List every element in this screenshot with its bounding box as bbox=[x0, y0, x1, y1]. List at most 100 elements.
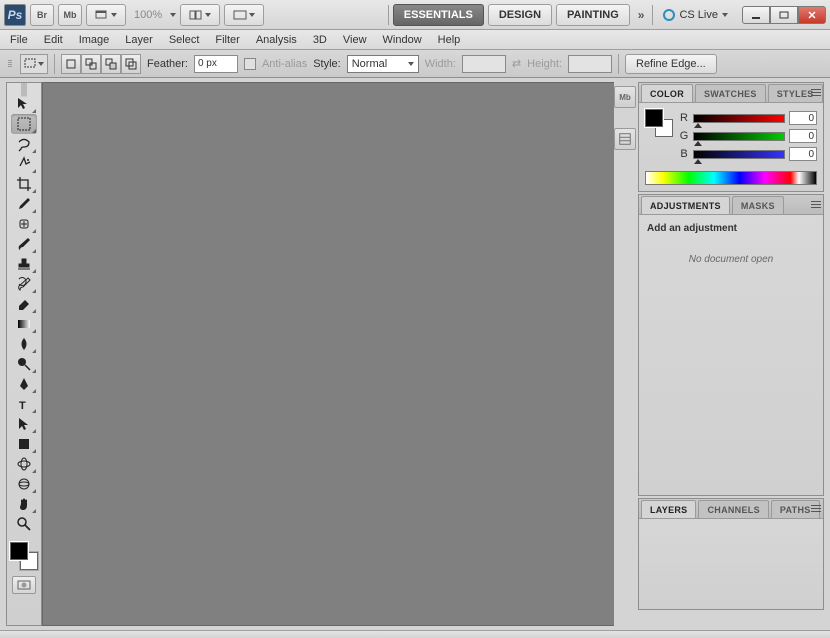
chevron-down-icon bbox=[205, 13, 211, 17]
quick-mask-button[interactable] bbox=[12, 576, 36, 594]
menu-edit[interactable]: Edit bbox=[36, 32, 71, 48]
menu-help[interactable]: Help bbox=[430, 32, 469, 48]
selection-add[interactable] bbox=[81, 54, 101, 74]
menu-image[interactable]: Image bbox=[71, 32, 118, 48]
color-swatches bbox=[645, 109, 673, 137]
tab-adjustments[interactable]: ADJUSTMENTS bbox=[641, 196, 730, 214]
separator bbox=[388, 5, 389, 25]
menu-select[interactable]: Select bbox=[161, 32, 208, 48]
tool-blur[interactable] bbox=[11, 334, 37, 354]
tab-color[interactable]: COLOR bbox=[641, 84, 693, 102]
workspace-painting[interactable]: PAINTING bbox=[556, 4, 630, 26]
tool-crop[interactable] bbox=[11, 174, 37, 194]
selection-new[interactable] bbox=[61, 54, 81, 74]
panel-menu-button[interactable] bbox=[807, 502, 821, 514]
tool-gradient[interactable] bbox=[11, 314, 37, 334]
toolbox: T bbox=[6, 82, 42, 626]
tool-move[interactable] bbox=[11, 94, 37, 114]
style-value: Normal bbox=[352, 58, 387, 70]
height-input bbox=[568, 55, 612, 73]
panel-menu-button[interactable] bbox=[807, 86, 821, 98]
tab-channels[interactable]: CHANNELS bbox=[698, 500, 768, 518]
tool-eyedropper[interactable] bbox=[11, 194, 37, 214]
channel-value[interactable] bbox=[789, 111, 817, 125]
tool-3d-orbit[interactable] bbox=[11, 474, 37, 494]
more-workspaces-button[interactable]: » bbox=[634, 8, 649, 22]
slider-track[interactable] bbox=[693, 132, 785, 141]
tool-eraser[interactable] bbox=[11, 294, 37, 314]
separator bbox=[54, 54, 55, 74]
panel-menu-button[interactable] bbox=[807, 198, 821, 210]
menu-filter[interactable]: Filter bbox=[207, 32, 247, 48]
tool-pen[interactable] bbox=[11, 374, 37, 394]
view-extras-dropdown[interactable] bbox=[86, 4, 126, 26]
menu-view[interactable]: View bbox=[335, 32, 375, 48]
tool-quick-select[interactable] bbox=[11, 154, 37, 174]
tool-marquee[interactable] bbox=[11, 114, 37, 134]
slider-r[interactable]: R bbox=[679, 109, 817, 127]
grip-handle[interactable] bbox=[6, 58, 14, 69]
tab-layers[interactable]: LAYERS bbox=[641, 500, 696, 518]
tool-3d-rotate[interactable] bbox=[11, 454, 37, 474]
menu-file[interactable]: File bbox=[2, 32, 36, 48]
channel-label: B bbox=[679, 148, 689, 160]
tool-lasso[interactable] bbox=[11, 134, 37, 154]
spectrum-bar[interactable] bbox=[645, 171, 817, 185]
workspace-design[interactable]: DESIGN bbox=[488, 4, 552, 26]
menu-analysis[interactable]: Analysis bbox=[248, 32, 305, 48]
channel-value[interactable] bbox=[789, 147, 817, 161]
screen-mode-dropdown[interactable] bbox=[224, 4, 264, 26]
selection-intersect[interactable] bbox=[121, 54, 141, 74]
slider-b[interactable]: B bbox=[679, 145, 817, 163]
slider-g[interactable]: G bbox=[679, 127, 817, 145]
style-dropdown[interactable]: Normal bbox=[347, 55, 419, 73]
tool-type[interactable]: T bbox=[11, 394, 37, 414]
menu-window[interactable]: Window bbox=[375, 32, 430, 48]
channel-value[interactable] bbox=[789, 129, 817, 143]
style-label: Style: bbox=[313, 58, 341, 70]
foreground-color[interactable] bbox=[645, 109, 663, 127]
bridge-button[interactable]: Br bbox=[30, 4, 54, 26]
document-canvas[interactable] bbox=[42, 82, 614, 626]
color-panel: COLOR SWATCHES STYLES R bbox=[638, 82, 824, 192]
workspace-essentials[interactable]: ESSENTIALS bbox=[393, 4, 484, 26]
tool-hand[interactable] bbox=[11, 494, 37, 514]
tool-history-brush[interactable] bbox=[11, 274, 37, 294]
tool-dodge[interactable] bbox=[11, 354, 37, 374]
menu-3d[interactable]: 3D bbox=[305, 32, 335, 48]
tool-path-select[interactable] bbox=[11, 414, 37, 434]
foreground-background-swatches[interactable] bbox=[10, 542, 38, 570]
chevron-down-icon[interactable] bbox=[170, 13, 176, 17]
panel-stack: COLOR SWATCHES STYLES R bbox=[638, 82, 824, 626]
chevron-down-icon bbox=[38, 62, 44, 66]
minimize-button[interactable] bbox=[742, 6, 770, 24]
current-tool-preset[interactable] bbox=[20, 54, 48, 74]
cslive-button[interactable]: CS Live bbox=[657, 9, 734, 21]
tool-brush[interactable] bbox=[11, 234, 37, 254]
app-logo: Ps bbox=[4, 4, 26, 26]
tab-swatches[interactable]: SWATCHES bbox=[695, 84, 766, 102]
menubar: File Edit Image Layer Select Filter Anal… bbox=[0, 30, 830, 50]
tab-masks[interactable]: MASKS bbox=[732, 196, 784, 214]
arrange-docs-dropdown[interactable] bbox=[180, 4, 220, 26]
tool-zoom[interactable] bbox=[11, 514, 37, 534]
dock-minibridge-icon[interactable]: Mb bbox=[614, 86, 636, 108]
tool-healing[interactable] bbox=[11, 214, 37, 234]
foreground-color[interactable] bbox=[10, 542, 28, 560]
maximize-button[interactable] bbox=[770, 6, 798, 24]
feather-label: Feather: bbox=[147, 58, 188, 70]
menu-layer[interactable]: Layer bbox=[117, 32, 161, 48]
chevron-down-icon bbox=[111, 13, 117, 17]
dock-history-icon[interactable] bbox=[614, 128, 636, 150]
feather-input[interactable] bbox=[194, 55, 238, 73]
slider-track[interactable] bbox=[693, 114, 785, 123]
minibridge-button[interactable]: Mb bbox=[58, 4, 82, 26]
close-button[interactable] bbox=[798, 6, 826, 24]
antialias-label: Anti-alias bbox=[262, 58, 307, 70]
selection-subtract[interactable] bbox=[101, 54, 121, 74]
refine-edge-button[interactable]: Refine Edge... bbox=[625, 54, 717, 74]
slider-track[interactable] bbox=[693, 150, 785, 159]
zoom-level[interactable]: 100% bbox=[130, 9, 166, 21]
tool-shape[interactable] bbox=[11, 434, 37, 454]
tool-stamp[interactable] bbox=[11, 254, 37, 274]
